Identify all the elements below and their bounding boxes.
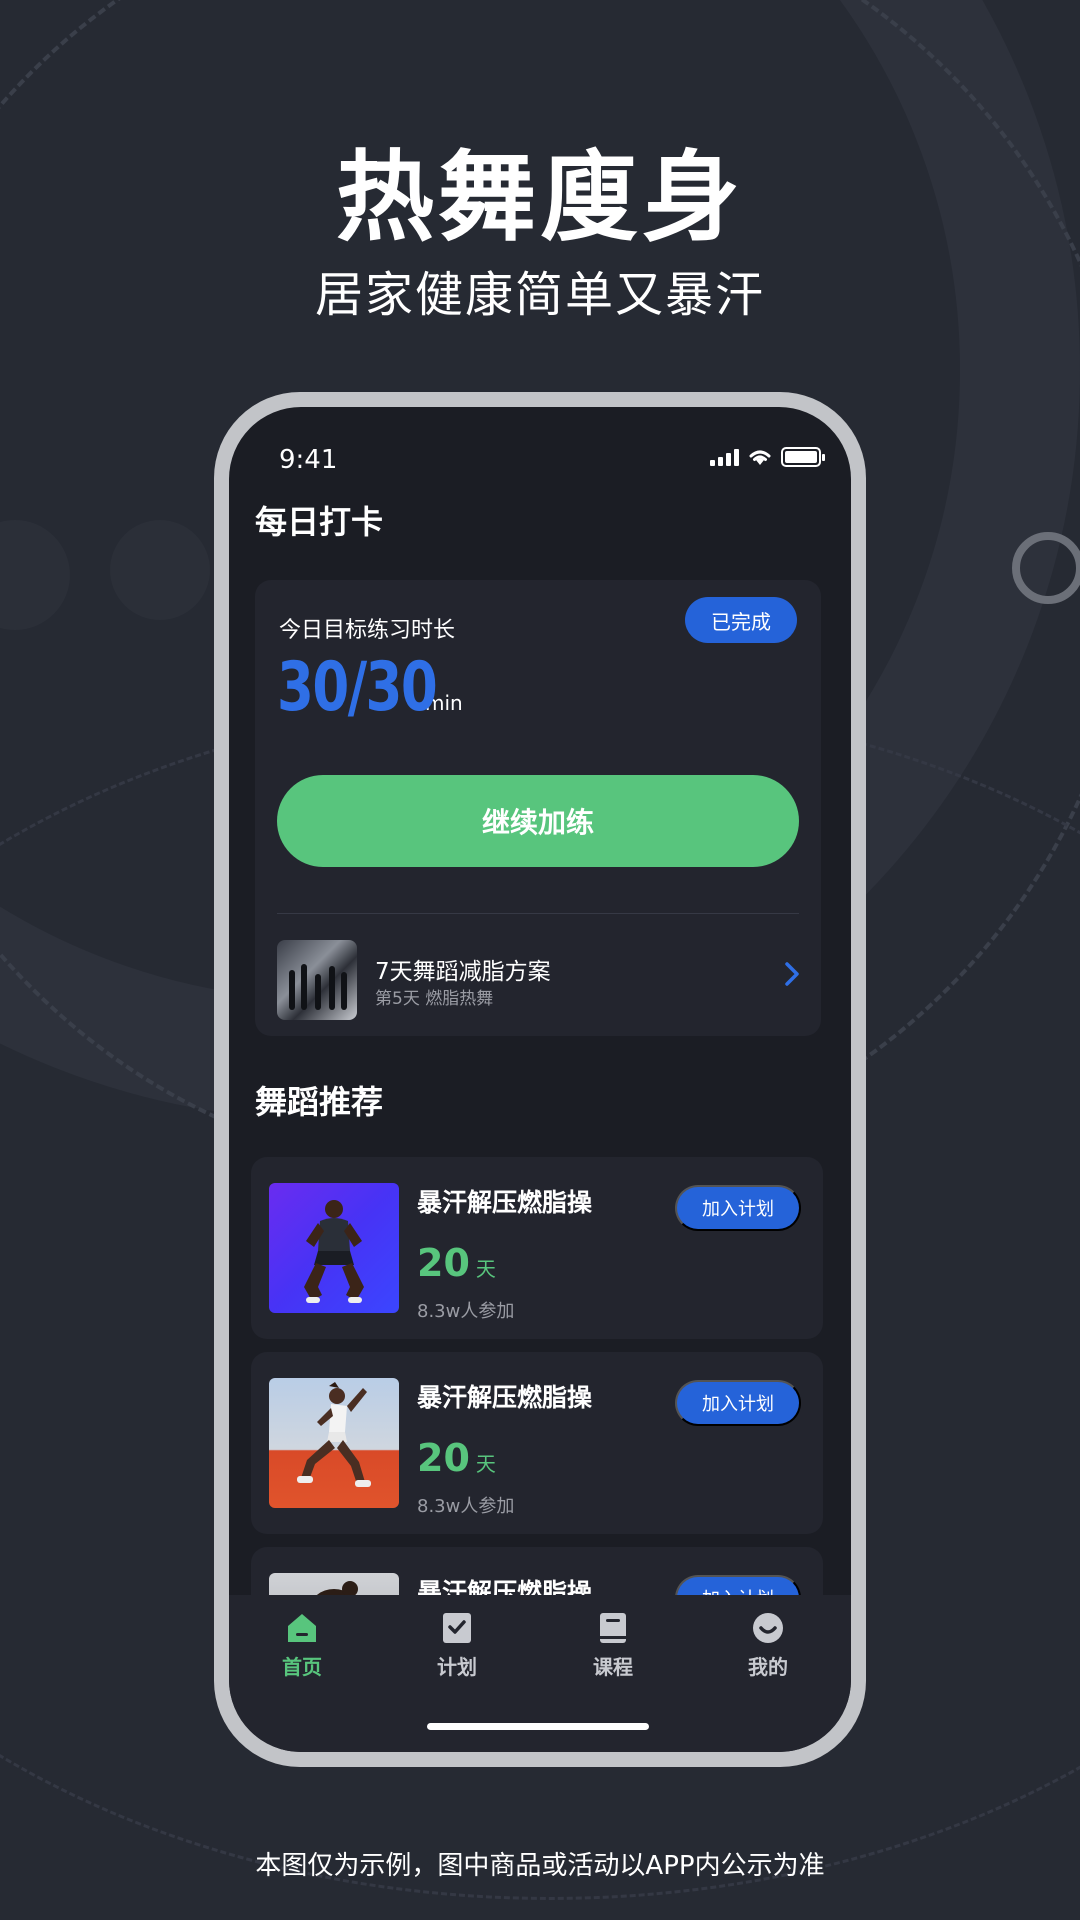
recommend-days-value: 20 [417,1241,470,1285]
tab-home[interactable]: 首页 [252,1611,352,1680]
tab-profile[interactable]: 我的 [718,1611,818,1680]
plan-subtitle: 第5天 燃脂热舞 [375,989,494,1009]
recommend-days-unit: 天 [475,1452,496,1476]
hero-title: 热舞廋身 [335,141,744,255]
add-to-plan-button[interactable]: 加入计划 [675,1185,801,1231]
section-title-recommend: 舞蹈推荐 [255,1083,384,1121]
phone-frame: 9:41 每日打卡 今日目标练习时长 已完成 30/30 min 继续加练 7天… [214,392,866,1767]
recommend-participants: 8.3w人参加 [417,1301,515,1322]
book-icon [596,1611,630,1645]
tab-label: 课程 [593,1655,633,1679]
add-to-plan-button[interactable]: 加入计划 [675,1380,801,1426]
goal-label: 今日目标练习时长 [279,618,456,643]
home-indicator[interactable] [427,1723,649,1730]
status-icons [710,447,825,467]
smiley-icon [751,1611,785,1645]
recommend-thumbnail [269,1378,399,1508]
status-time: 9:41 [279,445,338,475]
recommend-card[interactable]: 暴汗解压燃脂操 加入计划 20 天 8.3w人参加 [251,1352,823,1534]
tab-label: 计划 [437,1655,477,1679]
plan-thumbnail[interactable] [277,940,357,1020]
recommend-title: 暴汗解压燃脂操 [417,1188,593,1217]
completed-badge: 已完成 [685,597,797,643]
chevron-right-icon[interactable] [783,960,801,988]
tab-courses[interactable]: 课程 [563,1611,663,1680]
checkin-card: 今日目标练习时长 已完成 30/30 min 继续加练 7天舞蹈减脂方案 第5天… [255,580,821,1036]
battery-icon [781,447,825,467]
recommend-card[interactable]: 暴汗解压燃脂操 加入计划 20 天 8.3w人参加 [251,1157,823,1339]
tab-bar: 首页 计划 课程 我的 [229,1595,851,1752]
tab-label: 我的 [748,1655,788,1679]
recommend-days-value: 20 [417,1436,470,1480]
goal-progress-value: 30/30 [277,648,438,727]
home-icon [285,1611,319,1645]
recommend-thumbnail [269,1183,399,1313]
goal-progress: 30/30 min [277,648,463,727]
phone-screen: 9:41 每日打卡 今日目标练习时长 已完成 30/30 min 继续加练 7天… [229,407,851,1752]
disclaimer-note: 本图仅为示例，图中商品或活动以APP内公示为准 [255,1851,825,1881]
tab-label: 首页 [282,1655,322,1679]
section-title-daily-checkin: 每日打卡 [255,503,384,541]
wifi-icon [749,450,771,465]
plan-title[interactable]: 7天舞蹈减脂方案 [375,952,551,986]
divider [277,913,799,914]
tab-plan[interactable]: 计划 [407,1611,507,1680]
continue-training-button[interactable]: 继续加练 [277,775,799,867]
recommend-duration: 20 天 [417,1241,496,1285]
hero-subtitle: 居家健康简单又暴汗 [314,267,765,323]
recommend-participants: 8.3w人参加 [417,1496,515,1517]
status-bar: 9:41 [229,407,851,497]
checklist-icon [440,1611,474,1645]
recommend-days-unit: 天 [475,1257,496,1281]
recommend-duration: 20 天 [417,1436,496,1480]
recommend-title: 暴汗解压燃脂操 [417,1383,593,1412]
signal-icon [710,448,739,466]
